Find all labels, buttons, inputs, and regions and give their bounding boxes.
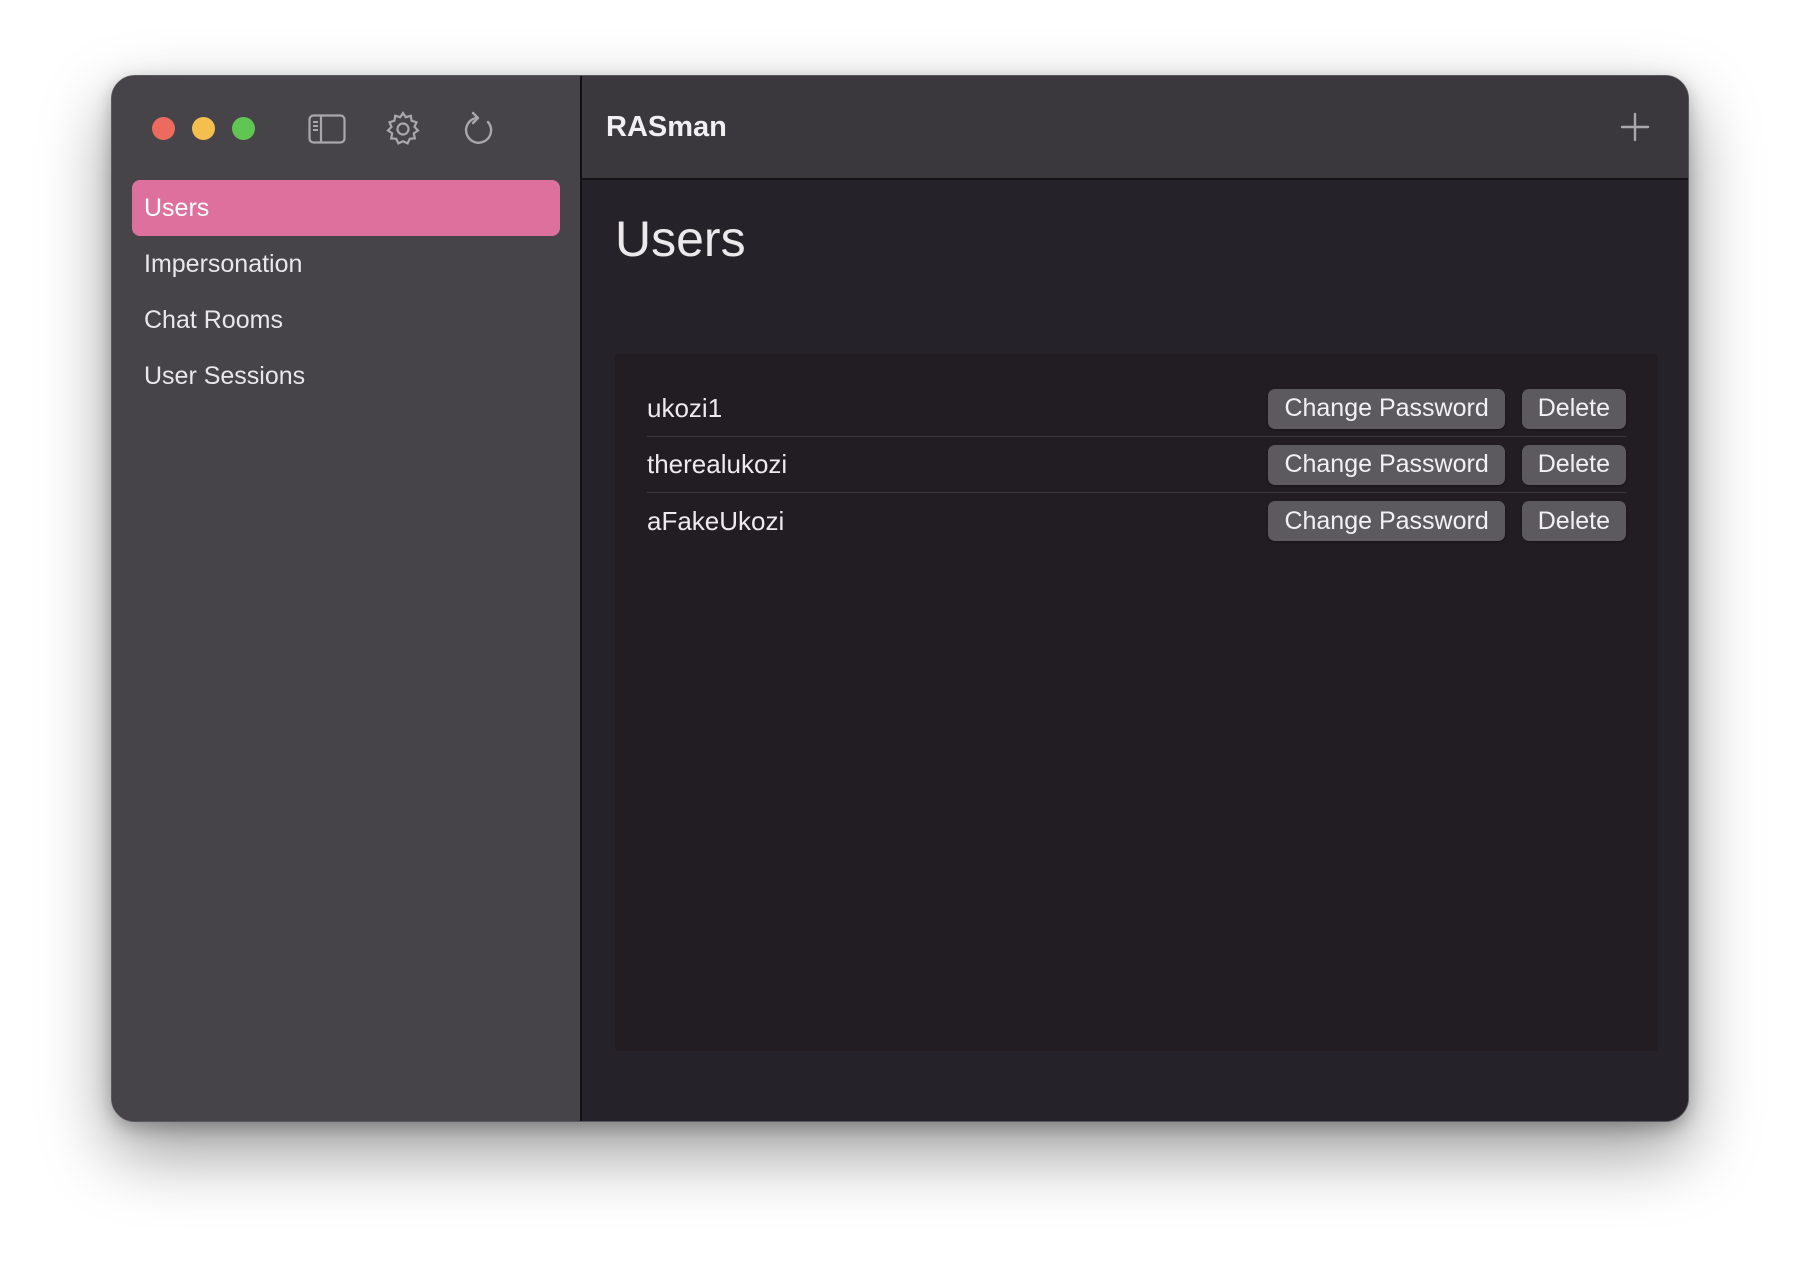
user-name: aFakeUkozi — [647, 505, 785, 536]
user-name: therealukozi — [647, 449, 788, 479]
change-password-button[interactable]: Change Password — [1268, 501, 1505, 541]
maximize-window-button[interactable] — [232, 117, 255, 140]
delete-button[interactable]: Delete — [1521, 501, 1626, 541]
sidebar-toggle-icon[interactable] — [307, 109, 347, 149]
window-controls — [152, 117, 255, 140]
plus-icon[interactable] — [1618, 110, 1652, 144]
minimize-window-button[interactable] — [192, 117, 215, 140]
user-name: ukozi1 — [647, 393, 723, 423]
page-title: Users — [615, 211, 746, 267]
row-actions: Change Password Delete — [1268, 444, 1626, 485]
sidebar-item-users[interactable]: Users — [132, 180, 560, 236]
delete-button[interactable]: Delete — [1521, 388, 1626, 429]
sidebar-toolbar — [307, 109, 499, 149]
sidebar: Users Impersonation Chat Rooms User Sess… — [112, 76, 582, 1121]
sidebar-item-user-sessions[interactable]: User Sessions — [132, 348, 560, 404]
row-actions: Change Password Delete — [1268, 388, 1626, 429]
table-row: aFakeUkozi Change Password Delete — [647, 493, 1626, 549]
close-window-button[interactable] — [152, 117, 175, 140]
main-area: RASman Users ukozi1 Change Password Dele… — [582, 76, 1688, 1121]
table-row: ukozi1 Change Password Delete — [647, 381, 1626, 437]
sidebar-nav: Users Impersonation Chat Rooms User Sess… — [132, 180, 560, 404]
main-toolbar: RASman — [582, 76, 1688, 180]
delete-button[interactable]: Delete — [1521, 444, 1626, 485]
users-list: ukozi1 Change Password Delete therealuko… — [615, 354, 1658, 1051]
sidebar-item-impersonation[interactable]: Impersonation — [132, 236, 560, 292]
change-password-button[interactable]: Change Password — [1268, 444, 1505, 485]
change-password-button[interactable]: Change Password — [1268, 388, 1505, 429]
row-actions: Change Password Delete — [1268, 501, 1626, 541]
refresh-icon[interactable] — [459, 109, 499, 149]
sidebar-item-chat-rooms[interactable]: Chat Rooms — [132, 292, 560, 348]
gear-icon[interactable] — [383, 109, 423, 149]
app-window: Users Impersonation Chat Rooms User Sess… — [111, 75, 1689, 1122]
table-row: therealukozi Change Password Delete — [647, 437, 1626, 493]
app-title: RASman — [606, 110, 727, 143]
content-area: Users ukozi1 Change Password Delete ther… — [582, 180, 1688, 1121]
